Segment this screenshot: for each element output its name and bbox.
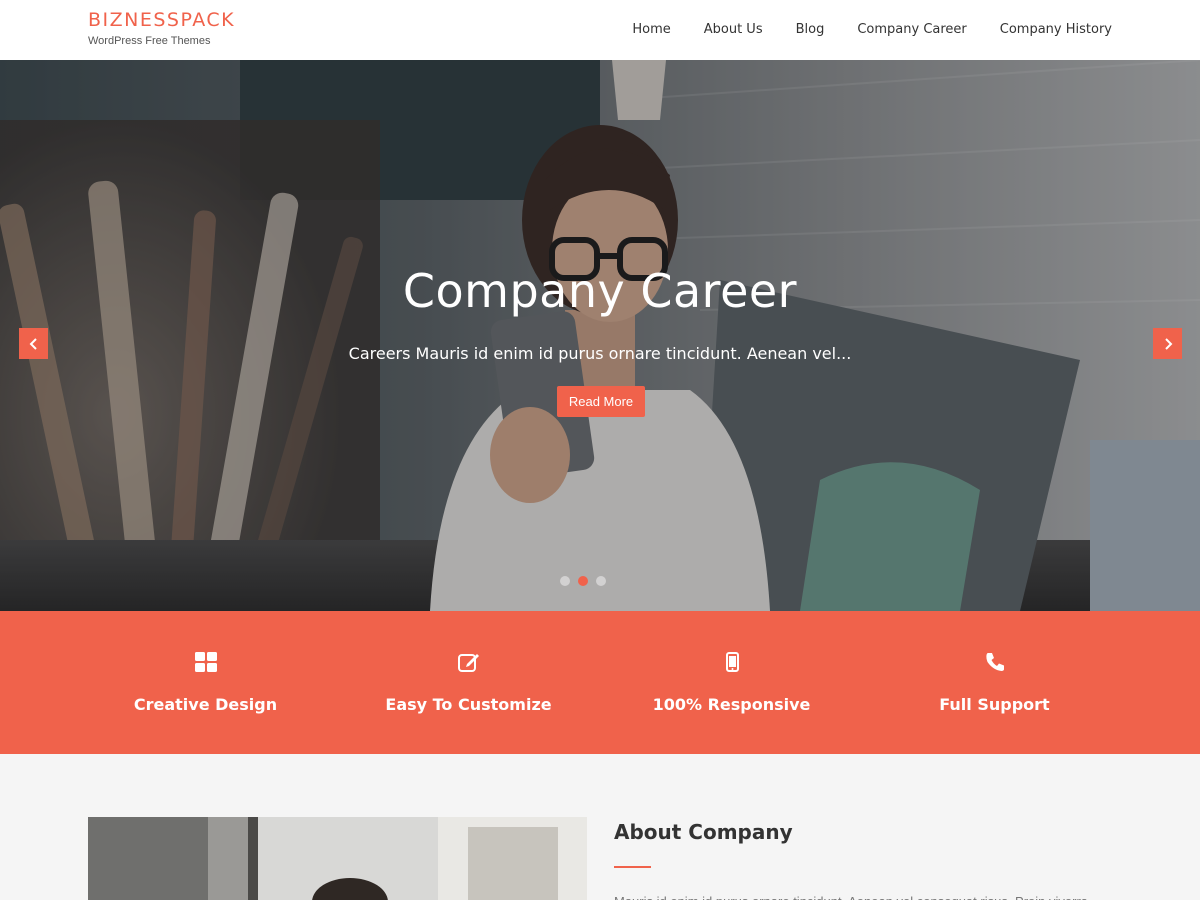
- chevron-left-icon: [29, 337, 37, 350]
- site-title[interactable]: BIZNESSPACK: [88, 8, 235, 32]
- nav-item-home[interactable]: Home: [632, 20, 670, 40]
- about-text: Mauris id enim id purus ornare tincidunt…: [614, 892, 1114, 900]
- about-image: [88, 817, 587, 900]
- feature-full-support: Full Support: [863, 611, 1126, 754]
- about-title-underline: [614, 866, 651, 868]
- read-more-button[interactable]: Read More: [557, 386, 645, 417]
- slider-pagination: [560, 576, 606, 586]
- feature-label: 100% Responsive: [652, 695, 811, 714]
- feature-creative-design: Creative Design: [74, 611, 337, 754]
- slider-next-button[interactable]: [1153, 328, 1182, 359]
- chevron-right-icon: [1164, 337, 1172, 350]
- feature-label: Creative Design: [133, 695, 278, 714]
- mobile-icon: [725, 652, 739, 672]
- slider-dot-3[interactable]: [596, 576, 606, 586]
- feature-label: Full Support: [939, 695, 1050, 714]
- site-header: BIZNESSPACK WordPress Free Themes Home A…: [0, 0, 1200, 60]
- hero-excerpt: Careers Mauris id enim id purus ornare t…: [348, 344, 852, 363]
- about-title: About Company: [614, 820, 793, 844]
- slider-dot-1[interactable]: [560, 576, 570, 586]
- about-photo: [88, 817, 587, 900]
- nav-item-about-us[interactable]: About Us: [704, 20, 763, 40]
- features-strip: Creative Design Easy To Customize 100% R…: [0, 611, 1200, 754]
- nav-item-company-history[interactable]: Company History: [1000, 20, 1112, 40]
- main-nav: Home About Us Blog Company Career Compan…: [632, 20, 1112, 40]
- feature-label: Easy To Customize: [385, 695, 552, 714]
- nav-item-company-career[interactable]: Company Career: [857, 20, 966, 40]
- feature-responsive: 100% Responsive: [600, 611, 863, 754]
- site-tagline: WordPress Free Themes: [88, 35, 211, 47]
- slider-prev-button[interactable]: [19, 328, 48, 359]
- slider-dot-2[interactable]: [578, 576, 588, 586]
- site-logo[interactable]: BIZNESSPACK WordPress Free Themes: [88, 8, 235, 47]
- grid-icon: [194, 652, 217, 672]
- hero-title: Company Career: [402, 264, 798, 318]
- hero-overlay: [0, 60, 1200, 611]
- nav-item-blog[interactable]: Blog: [796, 20, 825, 40]
- edit-icon: [457, 654, 479, 672]
- feature-easy-to-customize: Easy To Customize: [337, 611, 600, 754]
- phone-icon: [985, 653, 1004, 671]
- hero-slider: Company Career Careers Mauris id enim id…: [0, 60, 1200, 611]
